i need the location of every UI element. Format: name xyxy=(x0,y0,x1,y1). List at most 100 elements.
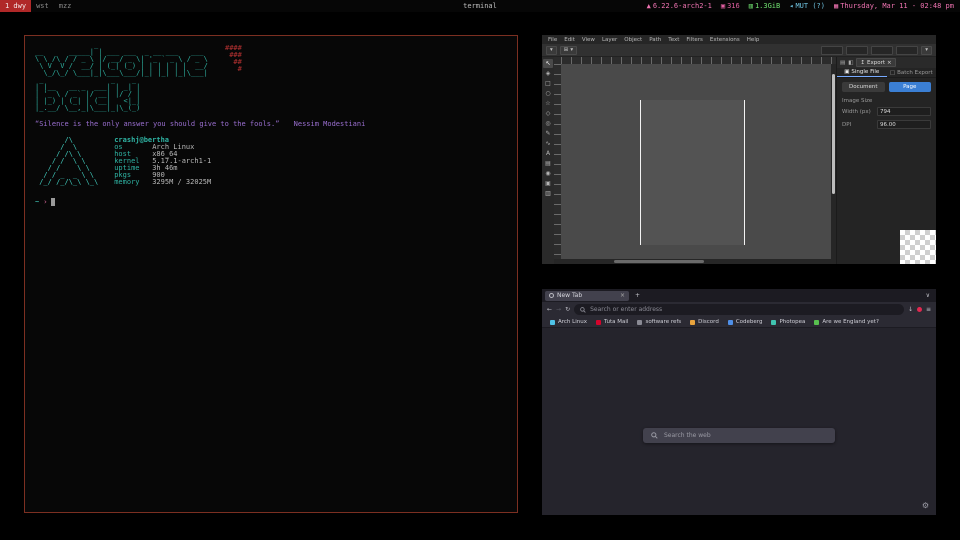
browser-nav-bar: ← → ↻ Search or enter address ↓ ≡ xyxy=(542,302,936,317)
menu-object[interactable]: Object xyxy=(624,37,642,43)
document-page xyxy=(640,100,745,245)
active-tab[interactable]: New Tab × xyxy=(545,291,629,301)
selector-tool-icon[interactable]: ↖ xyxy=(543,59,553,68)
fetch-info: crashj@bertha osArch Linux hostx86_64 ke… xyxy=(114,137,211,186)
menu-extensions[interactable]: Extensions xyxy=(710,37,740,43)
menu-path[interactable]: Path xyxy=(649,37,661,43)
inkscape-canvas[interactable] xyxy=(561,64,831,259)
star-tool-icon[interactable]: ☆ xyxy=(543,99,553,108)
new-tab-button[interactable]: + xyxy=(632,292,643,299)
checkbox-on-icon: ▣ xyxy=(844,69,849,75)
paint-bucket-tool-icon[interactable]: ▣ xyxy=(543,179,553,188)
height-field[interactable] xyxy=(896,46,918,55)
horizontal-ruler xyxy=(561,57,836,64)
bookmark-codeberg[interactable]: Codeberg xyxy=(728,319,763,325)
web-search-input[interactable]: Search the web xyxy=(643,428,835,443)
text-tool-icon[interactable]: A xyxy=(543,149,553,158)
bookmark-discord[interactable]: Discord xyxy=(690,319,719,325)
favicon xyxy=(637,320,642,325)
width-row: Width (px) 794 xyxy=(837,105,936,118)
document-area-button[interactable]: Document xyxy=(842,82,885,92)
export-preview-thumbnail xyxy=(900,230,936,264)
shell-prompt[interactable]: ~ › xyxy=(35,198,507,206)
dock-icon-a[interactable]: ▤ xyxy=(840,60,845,66)
arch-ascii-logo: /\ / \ / /\ \ / / \ \ / / \ \ / / _ _ \ … xyxy=(35,137,98,186)
prompt-path: ~ xyxy=(35,198,39,206)
box3d-tool-icon[interactable]: ◇ xyxy=(543,109,553,118)
workspace-tag-3[interactable]: mzz xyxy=(54,0,77,12)
workspace-tag-1[interactable]: 1 dwy xyxy=(0,0,31,12)
pencil-tool-icon[interactable]: ✎ xyxy=(543,129,553,138)
dropper-tool-icon[interactable]: ◉ xyxy=(543,169,553,178)
export-mode-tabs: ▣ Single File □ Batch Export xyxy=(837,68,936,78)
dpi-row: DPI 96.00 xyxy=(837,118,936,131)
url-bar[interactable]: Search or enter address xyxy=(574,304,904,315)
menu-help[interactable]: Help xyxy=(747,37,760,43)
gear-icon[interactable]: ⚙ xyxy=(922,501,929,510)
scrollbar-thumb[interactable] xyxy=(832,74,835,194)
units-dropdown[interactable]: ▾ xyxy=(921,46,932,55)
search-icon xyxy=(580,307,586,313)
inkscape-menubar: File Edit View Layer Object Path Text Fi… xyxy=(542,35,936,44)
memory-icon: ▥ xyxy=(749,2,753,10)
paper-grid-dropdown[interactable]: ⊞▾ xyxy=(560,46,577,55)
menu-view[interactable]: View xyxy=(582,37,595,43)
menu-layer[interactable]: Layer xyxy=(602,37,617,43)
bookmark-software-refs[interactable]: software refs xyxy=(637,319,681,325)
y-coordinate-field[interactable] xyxy=(846,46,868,55)
close-icon[interactable]: × xyxy=(887,60,892,66)
inkscape-window[interactable]: File Edit View Layer Object Path Text Fi… xyxy=(542,35,936,264)
refresh-button[interactable]: ↻ xyxy=(565,306,570,313)
gradient-tool-icon[interactable]: ▤ xyxy=(543,159,553,168)
tab-overflow-icon[interactable]: ∨ xyxy=(926,292,933,299)
favicon xyxy=(814,320,819,325)
arch-icon: ▲ xyxy=(647,2,651,10)
export-width-input[interactable]: 794 xyxy=(877,107,931,116)
volume-status-text: MUT (?) xyxy=(795,2,825,10)
x-coordinate-field[interactable] xyxy=(821,46,843,55)
export-dpi-input[interactable]: 96.00 xyxy=(877,120,931,129)
export-dock: ▤ ◧ ↥ Export × ▣ Single File □ Batch Exp… xyxy=(836,57,936,264)
export-icon: ↥ xyxy=(860,60,865,66)
toolbar-dropdown[interactable]: ▾ xyxy=(546,46,557,55)
downloads-button[interactable]: ↓ xyxy=(908,306,913,313)
bookmark-are-we-england[interactable]: Are we England yet? xyxy=(814,319,878,325)
menu-edit[interactable]: Edit xyxy=(564,37,575,43)
workspace-tag-2[interactable]: wst xyxy=(31,0,54,12)
grid-icon: ⊞ xyxy=(564,47,569,53)
tab-title: New Tab xyxy=(557,292,582,299)
export-dialog-tab[interactable]: ↥ Export × xyxy=(856,58,895,67)
menu-text[interactable]: Text xyxy=(668,37,679,43)
extension-record-icon[interactable] xyxy=(917,307,922,312)
ellipse-tool-icon[interactable]: ○ xyxy=(543,89,553,98)
node-tool-icon[interactable]: ◈ xyxy=(543,69,553,78)
memory-status-text: 1.3GiB xyxy=(755,2,780,10)
browser-window[interactable]: New Tab × + ∨ ← → ↻ Search or enter addr… xyxy=(542,289,936,515)
canvas-vertical-scrollbar[interactable] xyxy=(831,64,836,259)
bookmark-arch-linux[interactable]: Arch Linux xyxy=(550,319,587,325)
dock-icon-b[interactable]: ◧ xyxy=(848,60,853,66)
width-field[interactable] xyxy=(871,46,893,55)
quote-author: Nessim Modestiani xyxy=(294,120,366,128)
menu-button[interactable]: ≡ xyxy=(926,306,931,313)
bookmark-photopea[interactable]: Photopea xyxy=(771,319,805,325)
system-fetch: /\ / \ / /\ \ / / \ \ / / \ \ / / _ _ \ … xyxy=(35,137,507,186)
menu-file[interactable]: File xyxy=(548,37,557,43)
terminal-window[interactable]: _ __ _____| | ___ ___ _ __ ___ ___ \ \ /… xyxy=(24,35,518,513)
back-button[interactable]: ← xyxy=(547,306,552,313)
tab-batch-export[interactable]: □ Batch Export xyxy=(887,68,937,77)
scrollbar-thumb[interactable] xyxy=(614,260,704,263)
tab-close-icon[interactable]: × xyxy=(620,292,625,299)
spiral-tool-icon[interactable]: ◎ xyxy=(543,119,553,128)
rect-tool-icon[interactable]: □ xyxy=(543,79,553,88)
menu-filters[interactable]: Filters xyxy=(686,37,703,43)
measure-tool-icon[interactable]: ▥ xyxy=(543,189,553,198)
bookmark-tuta-mail[interactable]: Tuta Mail xyxy=(596,319,628,325)
tab-single-file[interactable]: ▣ Single File xyxy=(837,68,887,77)
canvas-horizontal-scrollbar[interactable] xyxy=(554,259,836,264)
forward-button[interactable]: → xyxy=(556,306,561,313)
clock-icon: ▦ xyxy=(834,2,838,10)
pen-tool-icon[interactable]: ∿ xyxy=(543,139,553,148)
quote-line: “Silence is the only answer you should g… xyxy=(35,120,507,128)
page-area-button[interactable]: Page xyxy=(889,82,932,92)
